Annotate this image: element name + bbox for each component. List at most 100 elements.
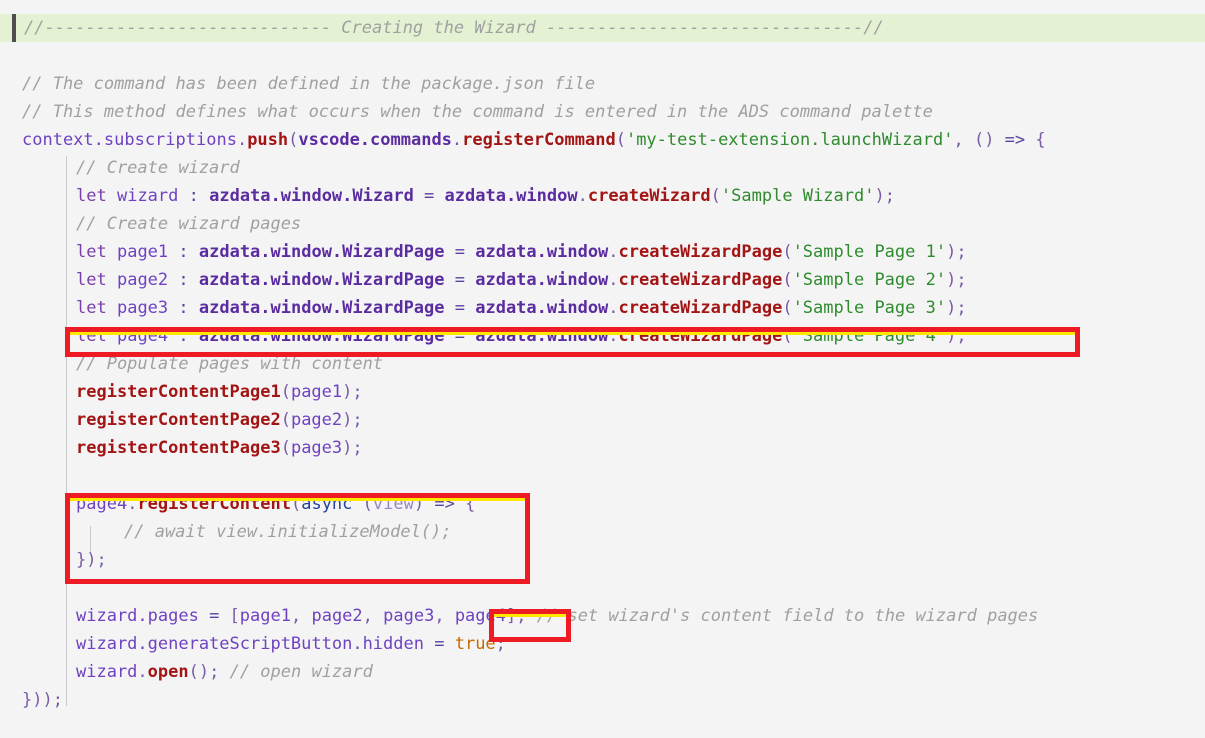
token-let: let	[76, 270, 107, 290]
token-type: azdata.window.WizardPage	[198, 326, 445, 346]
token-colon: :	[168, 298, 199, 318]
token-paren: (	[615, 130, 626, 150]
token-registercommand: registerCommand	[462, 130, 616, 150]
token-dot: .	[608, 242, 619, 262]
token-arg: page3	[290, 438, 343, 458]
token-string-arg: 'Sample Page 2'	[792, 270, 947, 290]
token-equals: =	[198, 606, 230, 626]
token-paren: (	[280, 438, 291, 458]
comment-text: // This method defines what occurs when …	[22, 102, 933, 122]
line-comment-create-wizard-pages: // Create wizard pages	[0, 210, 1205, 238]
token-page3: page3	[383, 606, 435, 626]
token-equals: =	[444, 242, 476, 262]
token-fn: registerContentPage3	[76, 438, 281, 458]
token-arrow-params: ()	[973, 130, 995, 150]
line-let-page2: let page2 : azdata.window.WizardPage = a…	[0, 266, 1205, 294]
token-generatescriptbutton: wizard.generateScriptButton.hidden	[76, 634, 424, 654]
token-comma: ,	[953, 130, 974, 150]
line-let-page1: let page1 : azdata.window.WizardPage = a…	[0, 238, 1205, 266]
line-blank-1	[0, 42, 1205, 70]
token-close: );	[874, 186, 895, 206]
line-comment-await-initialize: // await view.initializeModel();	[0, 518, 1205, 546]
token-type: azdata.window.WizardPage	[198, 270, 445, 290]
token-dot: .	[127, 494, 138, 514]
token-paren: (	[782, 242, 793, 262]
token-createwizardpage: createWizardPage	[618, 298, 783, 318]
token-arrow: =>	[994, 130, 1036, 150]
token-fn: registerContentPage2	[76, 410, 281, 430]
line-wizard-open: wizard.open(); // open wizard	[0, 658, 1205, 686]
line-close-register-content: });	[0, 546, 1205, 574]
token-paren: (	[782, 298, 793, 318]
comment-text: // open wizard	[229, 662, 373, 682]
line-let-page4: let page4 : azdata.window.WizardPage = a…	[0, 322, 1205, 350]
token-varname: page1	[116, 242, 169, 262]
token-string-arg: 'Sample Page 4'	[792, 326, 947, 346]
token-close: );	[342, 410, 363, 430]
token-string-arg: 'Sample Wizard'	[720, 186, 875, 206]
token-equals: =	[413, 186, 445, 206]
token-type: azdata.window.Wizard	[209, 186, 414, 206]
token-let: let	[76, 242, 107, 262]
token-brace: {	[465, 494, 476, 514]
token-brace: {	[1035, 130, 1046, 150]
token-async: async	[301, 494, 353, 514]
line-close-all: }));	[0, 686, 1205, 714]
token-varname: page4	[116, 326, 169, 346]
comment-text: // Create wizard pages	[76, 214, 302, 234]
token-vscode-commands: vscode.commands	[298, 130, 452, 150]
token-namespace: azdata.window	[475, 298, 609, 318]
token-close: );	[342, 382, 363, 402]
token-page1: page1	[239, 606, 291, 626]
token-page4: page4	[76, 494, 128, 514]
line-let-page3: let page3 : azdata.window.WizardPage = a…	[0, 294, 1205, 322]
token-fn: registerContentPage1	[76, 382, 281, 402]
token-colon: :	[168, 242, 199, 262]
token-let: let	[76, 326, 107, 346]
token-type: azdata.window.WizardPage	[198, 242, 445, 262]
token-paren: (	[782, 270, 793, 290]
line-register-content-page3: registerContentPage3(page3);	[0, 434, 1205, 462]
token-view-param: view	[372, 494, 414, 514]
token-equals: =	[444, 270, 476, 290]
line-wizard-pages: wizard.pages = [page1, page2, page3, pag…	[0, 602, 1205, 630]
token-close: });	[76, 550, 107, 570]
token-colon: :	[178, 186, 210, 206]
line-comment-command-defined: // The command has been defined in the p…	[0, 70, 1205, 98]
token-type: azdata.window.WizardPage	[198, 298, 445, 318]
token-context-subscriptions: context.subscriptions	[22, 130, 237, 150]
line-generate-script-button: wizard.generateScriptButton.hidden = tru…	[0, 630, 1205, 658]
line-comment-method-defines: // This method defines what occurs when …	[0, 98, 1205, 126]
token-createwizard: createWizard	[587, 186, 711, 206]
token-wizard: wizard	[76, 662, 138, 682]
token-colon: :	[168, 270, 199, 290]
line-blank-2	[0, 462, 1205, 490]
token-paren: (	[290, 494, 302, 514]
token-semicolon: ;	[495, 634, 506, 654]
token-dot: .	[236, 130, 248, 150]
token-push: push	[247, 130, 289, 150]
token-close-all: }));	[22, 690, 63, 710]
token-let: let	[76, 186, 107, 206]
token-namespace: azdata.window	[475, 270, 609, 290]
line-page4-register-content: page4.registerContent(async (view) => {	[0, 490, 1205, 518]
banner-comment-text: //---------------------------- Creating …	[24, 18, 884, 38]
token-dot: .	[608, 298, 619, 318]
token-paren: (	[362, 494, 373, 514]
banner-accent-bar	[12, 14, 16, 42]
token-namespace: azdata.window	[444, 186, 578, 206]
comment-text: // Create wizard	[76, 158, 240, 178]
token-colon: :	[168, 326, 199, 346]
token-dot: .	[608, 326, 619, 346]
token-close: );	[946, 270, 967, 290]
token-arg: page2	[290, 410, 343, 430]
token-createwizardpage: createWizardPage	[618, 270, 783, 290]
line-let-wizard: let wizard : azdata.window.Wizard = azda…	[0, 182, 1205, 210]
token-registercontent: registerContent	[137, 494, 291, 514]
code-snippet-canvas: //---------------------------- Creating …	[0, 0, 1205, 738]
token-bracket: [	[229, 606, 240, 626]
line-comment-populate-pages: // Populate pages with content	[0, 350, 1205, 378]
token-varname: page2	[116, 270, 169, 290]
token-comma: ,	[362, 606, 384, 626]
